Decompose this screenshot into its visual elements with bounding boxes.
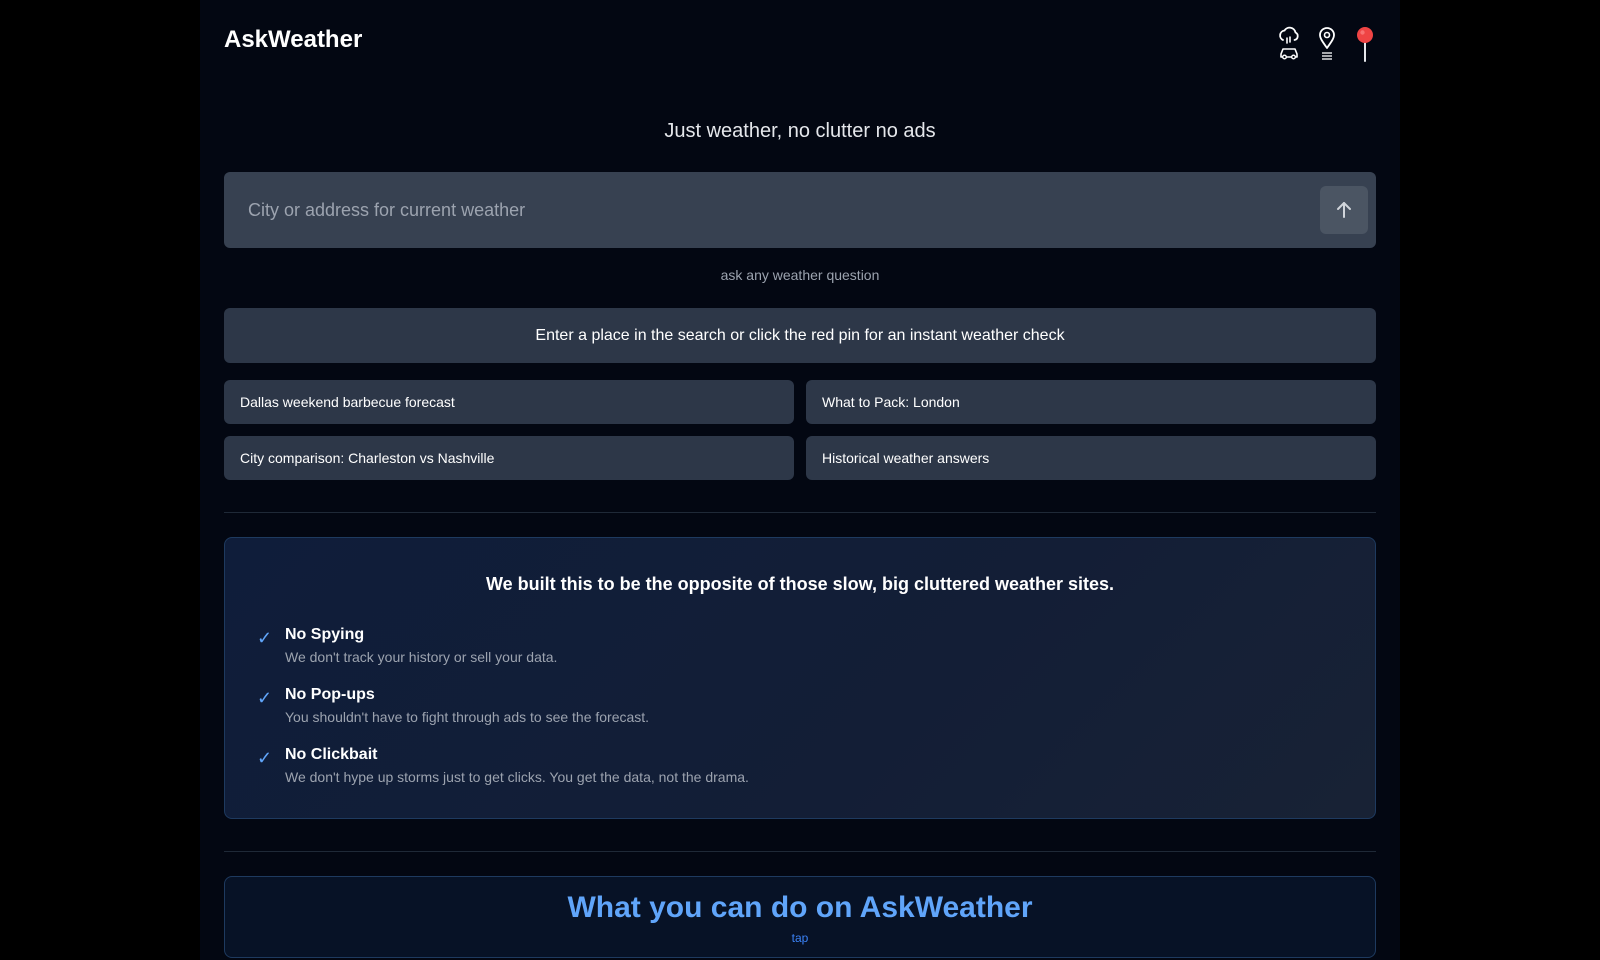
suggestion-button[interactable]: Historical weather answers (806, 436, 1376, 480)
feature-title: No Spying (285, 626, 365, 643)
feature-desc: You shouldn't have to fight through ads … (285, 709, 650, 725)
feature-desc: We don't track your history or sell your… (285, 649, 558, 665)
suggestion-button[interactable]: Dallas weekend barbecue forecast (224, 380, 794, 424)
suggestion-button[interactable]: What to Pack: London (806, 380, 1376, 424)
check-icon: ✓ (257, 628, 273, 648)
about-title: We built this to be the opposite of thos… (485, 574, 1115, 594)
cando-tap-hint[interactable]: tap (225, 931, 1375, 945)
red-pin-icon[interactable] (1354, 26, 1376, 62)
suggestion-button[interactable]: City comparison: Charleston vs Nashville (224, 436, 794, 480)
suggestions: Dallas weekend barbecue forecast What to… (224, 380, 1376, 480)
header: AskWeather (224, 0, 1376, 80)
cloud-rain-car-icon[interactable] (1278, 26, 1300, 62)
search-box (224, 172, 1376, 248)
feature-title: No Clickbait (285, 746, 378, 763)
hint-text: ask any weather question (720, 267, 880, 283)
feature-item: ✓ No Spying We don't track your history … (257, 626, 1343, 670)
feature-desc: We don't hype up storms just to get clic… (285, 769, 749, 785)
tagline: Just weather, no clutter no ads (664, 120, 936, 142)
feature-item: ✓ No Pop-ups You shouldn't have to fight… (257, 686, 1343, 730)
header-icons (1278, 26, 1376, 62)
check-icon: ✓ (257, 748, 273, 768)
check-icon: ✓ (257, 688, 273, 708)
page: AskWeather Just weather, no clutter no a… (200, 0, 1400, 960)
feature-title: No Pop-ups (285, 686, 375, 703)
search-input[interactable] (224, 172, 1284, 248)
cando-title: What you can do on AskWeather (567, 891, 1033, 924)
arrow-up-icon (1337, 202, 1351, 218)
cando-panel[interactable]: What you can do on AskWeather tap (224, 876, 1376, 958)
submit-button[interactable] (1320, 186, 1368, 234)
feature-item: ✓ No Clickbait We don't hype up storms j… (257, 746, 1343, 790)
divider (224, 851, 1376, 852)
about-panel: We built this to be the opposite of thos… (224, 537, 1376, 819)
divider (224, 512, 1376, 513)
location-list-icon[interactable] (1316, 26, 1338, 62)
info-bar: Enter a place in the search or click the… (224, 308, 1376, 363)
app-title[interactable]: AskWeather (224, 26, 362, 54)
